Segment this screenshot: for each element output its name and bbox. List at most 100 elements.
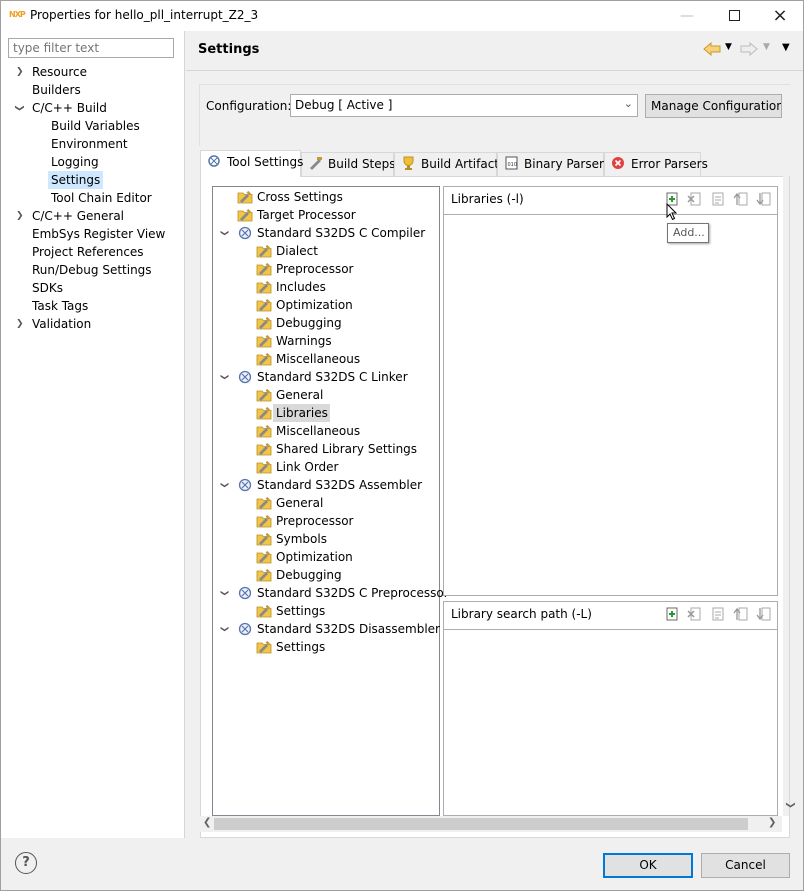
mouse-cursor-icon xyxy=(666,203,678,221)
settings-folder-icon xyxy=(256,532,272,546)
tree-item[interactable]: Standard S32DS Assembler xyxy=(257,476,422,494)
tree-item[interactable]: Warnings xyxy=(276,332,332,350)
scroll-right-icon[interactable]: ❯ xyxy=(768,817,776,828)
expand-cpp-general-icon[interactable]: ❯ xyxy=(16,207,24,225)
nav-item-task-tags[interactable]: Task Tags xyxy=(32,297,88,315)
tree-item[interactable]: Settings xyxy=(276,638,325,656)
libraries-list[interactable] xyxy=(443,214,778,596)
cancel-button[interactable]: Cancel xyxy=(701,853,790,878)
horizontal-scroll-thumb[interactable] xyxy=(214,818,748,830)
manage-configurations-button[interactable]: Manage Configurations... xyxy=(645,94,782,118)
tree-item[interactable]: Debugging xyxy=(276,566,342,584)
tool-icon xyxy=(237,622,253,636)
settings-folder-icon xyxy=(256,298,272,312)
filter-input[interactable] xyxy=(8,38,174,58)
collapse-cpp-build-icon[interactable]: ❯ xyxy=(10,104,28,112)
nav-item-environment[interactable]: Environment xyxy=(51,135,128,153)
delete-icon[interactable] xyxy=(687,606,703,622)
nav-item-validation[interactable]: Validation xyxy=(32,315,91,333)
tree-collapse-icon[interactable]: ❯ xyxy=(215,590,233,597)
tree-item[interactable]: General xyxy=(276,494,323,512)
move-up-icon[interactable] xyxy=(733,606,749,622)
edit-icon[interactable] xyxy=(710,191,726,207)
view-menu-icon[interactable]: ▼ xyxy=(782,42,790,53)
nav-item-tool-chain-editor[interactable]: Tool Chain Editor xyxy=(51,189,152,207)
maximize-icon xyxy=(728,10,740,21)
tree-item[interactable]: Standard S32DS C Preprocessor xyxy=(257,584,449,602)
tree-collapse-icon[interactable]: ❯ xyxy=(215,482,233,489)
settings-folder-icon xyxy=(256,424,272,438)
tree-item[interactable]: Settings xyxy=(276,602,325,620)
move-up-icon[interactable] xyxy=(733,191,749,207)
tree-item[interactable]: Preprocessor xyxy=(276,512,353,530)
forward-menu-icon[interactable]: ▼ xyxy=(763,42,770,52)
scroll-down-icon[interactable]: ❯ xyxy=(785,801,795,809)
nav-item-cpp-build[interactable]: C/C++ Build xyxy=(32,99,107,117)
expand-resource-icon[interactable]: ❯ xyxy=(16,63,24,81)
tree-item[interactable]: Link Order xyxy=(276,458,339,476)
tab-label: Build Artifact xyxy=(421,157,499,171)
nav-item-resource[interactable]: Resource xyxy=(32,63,87,81)
tree-item[interactable]: Optimization xyxy=(276,548,353,566)
settings-folder-icon xyxy=(256,496,272,510)
tab-build-artifact[interactable]: Build Artifact xyxy=(394,152,499,176)
tree-item[interactable]: Optimization xyxy=(276,296,353,314)
tree-item[interactable]: Cross Settings xyxy=(257,188,343,206)
help-button[interactable]: ? xyxy=(15,852,37,874)
tree-item[interactable]: Libraries xyxy=(273,404,330,422)
tree-item[interactable]: Miscellaneous xyxy=(276,422,360,440)
delete-icon[interactable] xyxy=(687,191,703,207)
tool-icon xyxy=(237,370,253,384)
tree-item[interactable]: Standard S32DS Disassembler xyxy=(257,620,440,638)
nav-item-embsys-register-view[interactable]: EmbSys Register View xyxy=(32,225,165,243)
move-down-icon[interactable] xyxy=(756,606,772,622)
nav-item-project-references[interactable]: Project References xyxy=(32,243,144,261)
tree-item[interactable]: Debugging xyxy=(276,314,342,332)
tree-item[interactable]: Dialect xyxy=(276,242,318,260)
expand-validation-icon[interactable]: ❯ xyxy=(16,315,24,333)
tool-icon xyxy=(237,586,253,600)
tree-collapse-icon[interactable]: ❯ xyxy=(215,626,233,633)
tree-item[interactable]: Preprocessor xyxy=(276,260,353,278)
tree-item[interactable]: Target Processor xyxy=(257,206,356,224)
settings-folder-icon xyxy=(256,334,272,348)
move-down-icon[interactable] xyxy=(756,191,772,207)
back-menu-icon[interactable]: ▼ xyxy=(725,42,732,52)
nav-item-settings[interactable]: Settings xyxy=(48,171,104,189)
scroll-left-icon[interactable]: ❮ xyxy=(203,817,211,828)
maximize-button[interactable] xyxy=(711,1,757,30)
nav-item-cpp-general[interactable]: C/C++ General xyxy=(32,207,124,225)
tree-item[interactable]: Miscellaneous xyxy=(276,350,360,368)
tab-binary-parsers[interactable]: 010 Binary Parsers xyxy=(497,152,610,176)
tab-tool-settings[interactable]: Tool Settings xyxy=(200,150,303,177)
nav-item-build-variables[interactable]: Build Variables xyxy=(51,117,140,135)
tree-item[interactable]: Standard S32DS C Linker xyxy=(257,368,408,386)
tab-label: Build Steps xyxy=(328,157,396,171)
nav-item-sdks[interactable]: SDKs xyxy=(32,279,63,297)
ok-button[interactable]: OK xyxy=(603,853,693,878)
tab-error-parsers[interactable]: Error Parsers xyxy=(604,152,708,176)
settings-folder-icon xyxy=(256,604,272,618)
search-path-list[interactable] xyxy=(443,629,778,816)
back-arrow-icon[interactable] xyxy=(703,42,721,56)
libraries-title: Libraries (-l) xyxy=(451,192,524,206)
nav-item-logging[interactable]: Logging xyxy=(51,153,99,171)
close-button[interactable]: × xyxy=(757,1,803,30)
configuration-select[interactable]: Debug [ Active ] ⌄ xyxy=(290,94,638,117)
edit-icon[interactable] xyxy=(710,606,726,622)
tree-item[interactable]: Standard S32DS C Compiler xyxy=(257,224,425,242)
help-title-button[interactable]: — xyxy=(664,1,710,30)
tree-item[interactable]: Includes xyxy=(276,278,326,296)
nav-item-builders[interactable]: Builders xyxy=(32,81,81,99)
tree-collapse-icon[interactable]: ❯ xyxy=(215,374,233,381)
add-icon[interactable] xyxy=(664,606,680,622)
vertical-scrollbar[interactable] xyxy=(783,176,789,816)
tree-item[interactable]: Symbols xyxy=(276,530,327,548)
app-icon: NXP xyxy=(9,10,26,19)
forward-arrow-icon[interactable] xyxy=(740,42,758,56)
nav-item-run-debug-settings[interactable]: Run/Debug Settings xyxy=(32,261,152,279)
tree-collapse-icon[interactable]: ❯ xyxy=(215,230,233,237)
tree-item[interactable]: General xyxy=(276,386,323,404)
tab-build-steps[interactable]: Build Steps xyxy=(301,152,396,176)
tree-item[interactable]: Shared Library Settings xyxy=(276,440,417,458)
